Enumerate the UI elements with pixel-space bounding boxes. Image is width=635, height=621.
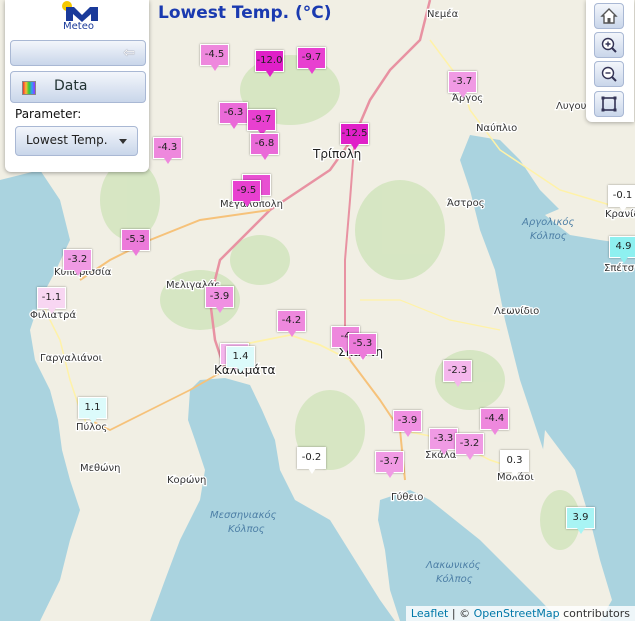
station-marker[interactable]: -6.3 [219,102,248,129]
station-marker[interactable]: -6.8 [250,133,279,160]
zoom-out-button[interactable] [594,61,624,87]
zoom-out-icon [601,66,617,82]
place-nemea: Νεμέα [427,8,459,20]
station-marker[interactable]: -3.3 [429,428,458,455]
station-marker[interactable]: -0.1 [608,185,635,212]
station-marker[interactable]: -12.5 [340,123,369,150]
station-marker[interactable]: 1.1 [78,397,107,424]
zoom-in-icon [601,37,617,53]
station-marker[interactable]: -4.5 [200,44,229,71]
attribution-contributors: contributors [559,607,630,620]
station-marker[interactable]: -3.9 [393,410,422,437]
station-marker[interactable]: -3.2 [455,433,484,460]
place-argos: Άργος [452,92,483,104]
station-marker[interactable]: 0.3 [500,450,529,477]
sea-label-argolikos: Αργολικός [521,216,575,228]
parameter-select-value: Lowest Temp. [26,133,108,147]
station-marker[interactable]: -1.1 [37,287,66,314]
sea-label-lakonikos-kolpos: Κόλπος [436,573,473,585]
station-marker[interactable]: -0.2 [297,447,326,474]
station-marker[interactable]: -9.7 [297,47,326,74]
palette-icon [22,81,36,95]
collapse-panel-button[interactable]: ⇦ [10,40,146,66]
station-marker[interactable]: -3.9 [205,286,234,313]
station-marker[interactable]: -2.3 [443,360,472,387]
place-gytheio: Γύθειο [391,491,423,503]
chevron-down-icon [119,139,127,144]
data-button[interactable]: Data [10,71,146,103]
place-nafplio: Ναύπλιο [476,122,517,134]
logo-text: Meteo [63,21,94,32]
station-marker[interactable]: -3.7 [448,71,477,98]
station-marker[interactable]: -4.4 [480,408,509,435]
station-marker[interactable]: -3.7 [375,451,404,478]
home-button[interactable] [594,3,624,29]
home-icon [600,8,618,24]
parameter-select[interactable]: Lowest Temp. [15,126,138,156]
station-marker[interactable]: -12.0 [255,50,284,77]
station-marker[interactable]: 4.9 [609,236,635,263]
station-marker[interactable]: -5.3 [348,333,377,360]
sea-label-argolikos-kolpos: Κόλπος [530,230,567,242]
station-marker[interactable]: -9.7 [247,109,276,136]
place-koroni: Κορώνη [167,474,206,486]
place-lygourio: Λυγου [556,101,587,112]
sea-label-lakonikos: Λακωνικός [425,559,481,571]
place-gargalianoi: Γαργαλιάνοι [40,352,103,364]
station-marker[interactable]: -3.2 [63,249,92,276]
fullscreen-button[interactable] [594,91,624,117]
station-marker[interactable]: 1.4 [226,346,255,373]
zoom-in-button[interactable] [594,32,624,58]
attribution-separator: | © [448,607,474,620]
arrow-left-icon: ⇦ [123,45,135,61]
place-leonidio: Λεωνίδιο [494,305,539,317]
control-panel: Meteo ⇦ Data Parameter: Lowest Temp. [5,0,149,172]
leaflet-link[interactable]: Leaflet [411,607,448,620]
place-methoni: Μεθώνη [80,462,120,474]
station-marker[interactable]: 3.9 [566,507,595,534]
station-marker[interactable]: -9.5 [232,180,261,207]
map-attribution: Leaflet | © OpenStreetMap contributors [405,606,635,621]
data-button-label: Data [54,78,88,94]
station-marker[interactable]: -5.3 [121,229,150,256]
fullscreen-icon [601,96,617,112]
place-astros: Άστρος [447,197,485,209]
sea-label-messiniakos-kolpos: Κόλπος [228,523,265,535]
osm-link[interactable]: OpenStreetMap [474,607,560,620]
sea-label-messiniakos: Μεσσηνιακός [210,509,277,521]
station-marker[interactable]: -4.2 [277,310,306,337]
map-title: Lowest Temp. (°C) [158,3,332,23]
map-toolbar [586,0,634,122]
station-marker[interactable]: -4.3 [153,137,182,164]
parameter-label: Parameter: [15,107,82,121]
place-spetses: Σπέτσ [604,262,635,274]
